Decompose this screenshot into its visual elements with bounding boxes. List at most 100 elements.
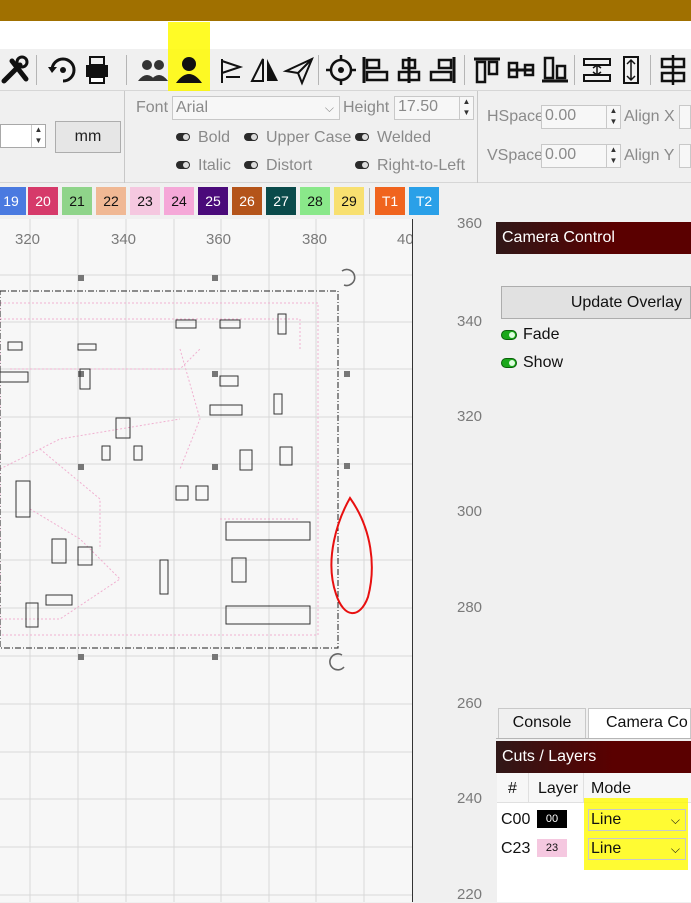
show-label: Show [523, 354, 564, 371]
distribute-icon[interactable] [504, 53, 538, 87]
size-spinbox[interactable]: ▲ ▼ [0, 124, 46, 148]
hspace-spinbox[interactable]: 0.00 ▲ ▼ [541, 105, 621, 129]
palette-swatch-21[interactable]: 21 [62, 187, 92, 215]
upper-case-toggle[interactable] [244, 133, 258, 141]
palette-swatch-t2[interactable]: T2 [409, 187, 439, 215]
align-center-icon[interactable] [392, 53, 426, 87]
hspace-value: 0.00 [545, 107, 577, 124]
spin-arrows[interactable]: ▲ ▼ [459, 97, 473, 119]
target-icon[interactable] [324, 53, 358, 87]
spin-arrows[interactable]: ▲ ▼ [606, 106, 620, 128]
cuts-layers-panel: Cuts / Layers [496, 741, 691, 773]
print-icon[interactable] [80, 53, 114, 87]
palette-swatch-19[interactable]: 19 [0, 187, 26, 215]
ruler-y-label: 360 [457, 215, 483, 232]
wrench-icon[interactable] [0, 53, 34, 87]
height-spinbox[interactable]: 17.50 ▲ ▼ [394, 96, 474, 120]
resize-icon[interactable] [614, 53, 648, 87]
update-overlay-button[interactable]: Update Overlay [501, 286, 691, 319]
ruler-y-label: 260 [457, 695, 483, 712]
palette-swatch-28[interactable]: 28 [300, 187, 330, 215]
mode-select-c23[interactable]: Line ⌵ [588, 838, 686, 860]
hspace-label: HSpace [487, 108, 544, 125]
palette-divider [369, 188, 370, 214]
camera-control-panel: Camera Control [496, 222, 691, 254]
selection-box[interactable] [0, 290, 339, 649]
vspace-label: VSpace [487, 147, 544, 164]
layer-color-00[interactable]: 00 [537, 810, 567, 828]
rtl-toggle[interactable] [355, 161, 369, 169]
palette-swatch-26[interactable]: 26 [232, 187, 262, 215]
align-x-combo[interactable] [679, 105, 691, 129]
mode-select-c00[interactable]: Line ⌵ [588, 809, 686, 831]
header-number: # [508, 780, 517, 797]
align-y-combo[interactable] [679, 144, 691, 168]
palette-swatch-25[interactable]: 25 [198, 187, 228, 215]
fade-toggle[interactable] [501, 330, 517, 340]
tab-camera-control[interactable]: Camera Co [588, 708, 691, 738]
selection-handles[interactable] [78, 275, 350, 660]
palette-swatch-29[interactable]: 29 [334, 187, 364, 215]
fade-label: Fade [523, 326, 560, 343]
toolbar-separator [36, 55, 37, 85]
palette-swatch-23[interactable]: 23 [130, 187, 160, 215]
toolbar-separator [126, 55, 127, 85]
spacing-icon[interactable] [580, 53, 614, 87]
ruler-x-label: 320 [15, 231, 41, 248]
spin-arrows[interactable]: ▲ ▼ [606, 145, 620, 167]
text-flag-icon[interactable] [214, 53, 248, 87]
group-icon[interactable] [136, 53, 170, 87]
vspace-spinbox[interactable]: 0.00 ▲ ▼ [541, 144, 621, 168]
palette-swatch-27[interactable]: 27 [266, 187, 296, 215]
text-properties-bar: ▲ ▼ mm Font Arial ⌵ Height 17.50 ▲ ▼ Bold … [0, 91, 691, 183]
align-left-icon[interactable] [358, 53, 392, 87]
tab-underline [496, 738, 691, 739]
spin-arrows[interactable]: ▲ ▼ [31, 125, 45, 147]
tab-console[interactable]: Console [498, 708, 586, 738]
palette-swatch-t1[interactable]: T1 [375, 187, 405, 215]
toolbar-separator [574, 55, 575, 85]
ruler-y-label: 300 [457, 503, 483, 520]
layer-palette: 19 20 21 22 23 24 25 26 27 28 29 T1 T2 [0, 184, 691, 218]
ruler-x-label: 380 [302, 231, 328, 248]
unit-button[interactable]: mm [55, 121, 121, 153]
chevron-down-icon: ⌵ [670, 813, 680, 827]
palette-swatch-20[interactable]: 20 [28, 187, 58, 215]
pcb-traces [0, 302, 319, 636]
show-toggle[interactable] [501, 358, 517, 368]
header-layer: Layer [538, 780, 579, 797]
align-bottom-icon[interactable] [538, 53, 572, 87]
welded-label: Welded [377, 129, 431, 146]
layer-color-23[interactable]: 23 [537, 839, 567, 857]
font-label: Font [136, 99, 169, 116]
row-id-c00: C00 [501, 811, 531, 828]
toolbar-separator [650, 55, 651, 85]
align-top-icon[interactable] [470, 53, 504, 87]
header-mode: Mode [591, 780, 632, 797]
user-icon[interactable] [172, 53, 206, 87]
rotate-handles[interactable] [329, 268, 356, 671]
bold-toggle[interactable] [176, 133, 190, 141]
align-right-icon[interactable] [426, 53, 460, 87]
work-canvas[interactable]: 320 340 360 380 400 [0, 219, 412, 902]
palette-swatch-24[interactable]: 24 [164, 187, 194, 215]
send-icon[interactable] [282, 53, 316, 87]
italic-toggle[interactable] [176, 161, 190, 169]
ruler-x-label: 400 [397, 231, 412, 248]
vspace-value: 0.00 [545, 146, 577, 163]
mirror-icon[interactable] [248, 53, 282, 87]
palette-swatch-22[interactable]: 22 [96, 187, 126, 215]
align-middle-icon[interactable] [656, 53, 690, 87]
canvas-grid [0, 219, 412, 902]
font-combo[interactable]: Arial ⌵ [172, 96, 340, 120]
main-toolbar [0, 22, 691, 92]
ruler-x-label: 360 [206, 231, 232, 248]
rotate-icon[interactable] [46, 53, 80, 87]
distort-toggle[interactable] [244, 161, 258, 169]
welded-toggle[interactable] [355, 133, 369, 141]
canvas-drawing[interactable] [0, 219, 412, 902]
red-annotation-circle [330, 496, 373, 615]
chevron-down-icon: ⌵ [324, 101, 334, 115]
bold-label: Bold [198, 129, 231, 146]
right-ruler: 360 340 320 300 280 260 240 220 [413, 215, 496, 903]
